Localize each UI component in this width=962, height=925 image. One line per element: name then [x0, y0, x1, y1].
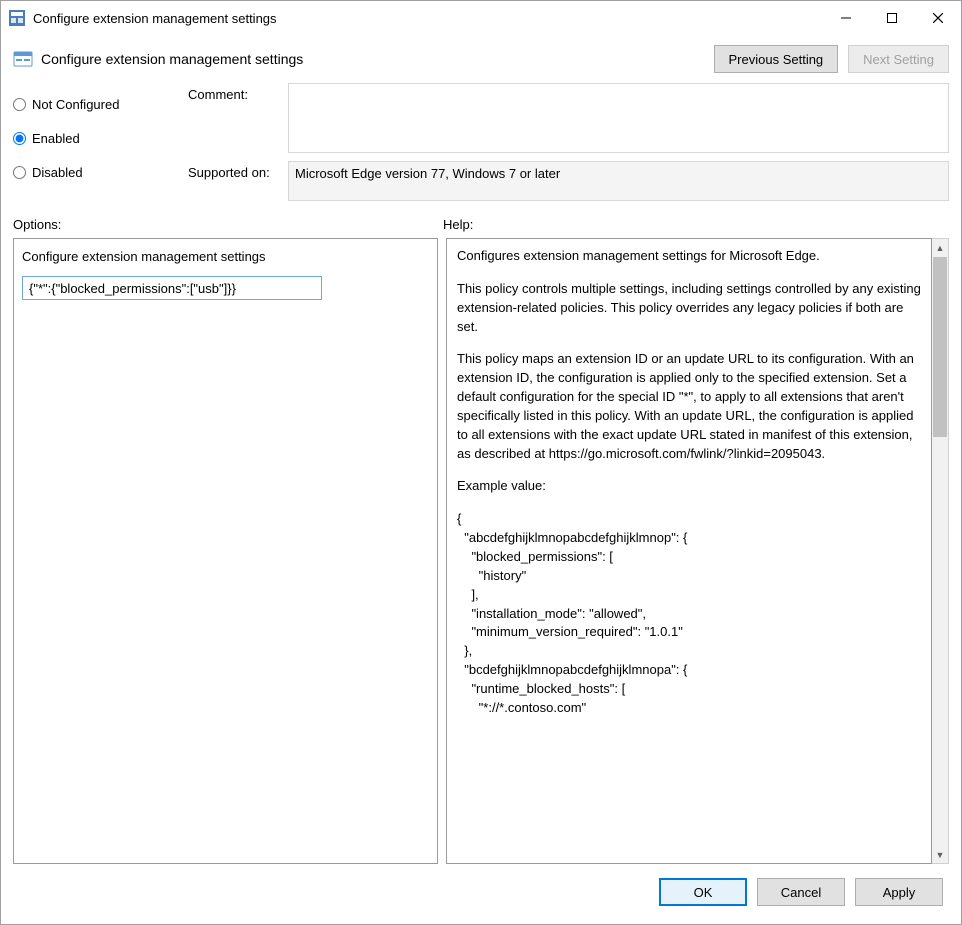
- close-button[interactable]: [915, 3, 961, 33]
- radio-label: Not Configured: [32, 97, 119, 112]
- policy-title: Configure extension management settings: [41, 51, 714, 67]
- comment-label: Comment:: [188, 83, 288, 102]
- radio-disabled[interactable]: Disabled: [13, 155, 188, 189]
- help-panel: Configures extension management settings…: [446, 238, 932, 864]
- options-header: Options:: [13, 217, 443, 232]
- policy-editor-window: Configure extension management settings …: [0, 0, 962, 925]
- comment-field[interactable]: [288, 83, 949, 153]
- state-radio-group: Not Configured Enabled Disabled: [13, 83, 188, 201]
- radio-label: Disabled: [32, 165, 83, 180]
- radio-enabled[interactable]: Enabled: [13, 121, 188, 155]
- section-headers: Options: Help:: [1, 203, 961, 238]
- next-setting-button: Next Setting: [848, 45, 949, 73]
- panels: Configure extension management settings …: [1, 238, 961, 864]
- options-panel: Configure extension management settings: [13, 238, 438, 864]
- supported-on-field: Microsoft Edge version 77, Windows 7 or …: [288, 161, 949, 201]
- help-scrollbar[interactable]: ▲ ▼: [932, 238, 949, 864]
- minimize-button[interactable]: [823, 3, 869, 33]
- app-icon: [9, 10, 25, 26]
- option-field-label: Configure extension management settings: [22, 249, 429, 264]
- policy-icon: [13, 49, 33, 69]
- previous-setting-button[interactable]: Previous Setting: [714, 45, 839, 73]
- help-example: { "abcdefghijklmnopabcdefghijklmnop": { …: [457, 510, 921, 717]
- option-value-input[interactable]: [22, 276, 322, 300]
- help-header: Help:: [443, 217, 949, 232]
- config-area: Not Configured Enabled Disabled Comment:…: [1, 79, 961, 203]
- titlebar: Configure extension management settings: [1, 1, 961, 35]
- footer: OK Cancel Apply: [1, 864, 961, 924]
- help-text: Configures extension management settings…: [457, 247, 921, 266]
- scroll-up-icon[interactable]: ▲: [932, 239, 948, 256]
- window-title: Configure extension management settings: [33, 11, 823, 26]
- help-text: This policy controls multiple settings, …: [457, 280, 921, 337]
- supported-on-label: Supported on:: [188, 161, 288, 180]
- ok-button[interactable]: OK: [659, 878, 747, 906]
- apply-button[interactable]: Apply: [855, 878, 943, 906]
- header: Configure extension management settings …: [1, 35, 961, 79]
- help-text: This policy maps an extension ID or an u…: [457, 350, 921, 463]
- help-text: Example value:: [457, 477, 921, 496]
- cancel-button[interactable]: Cancel: [757, 878, 845, 906]
- scroll-thumb[interactable]: [933, 257, 947, 437]
- radio-label: Enabled: [32, 131, 80, 146]
- scroll-down-icon[interactable]: ▼: [932, 846, 948, 863]
- maximize-button[interactable]: [869, 3, 915, 33]
- radio-not-configured[interactable]: Not Configured: [13, 87, 188, 121]
